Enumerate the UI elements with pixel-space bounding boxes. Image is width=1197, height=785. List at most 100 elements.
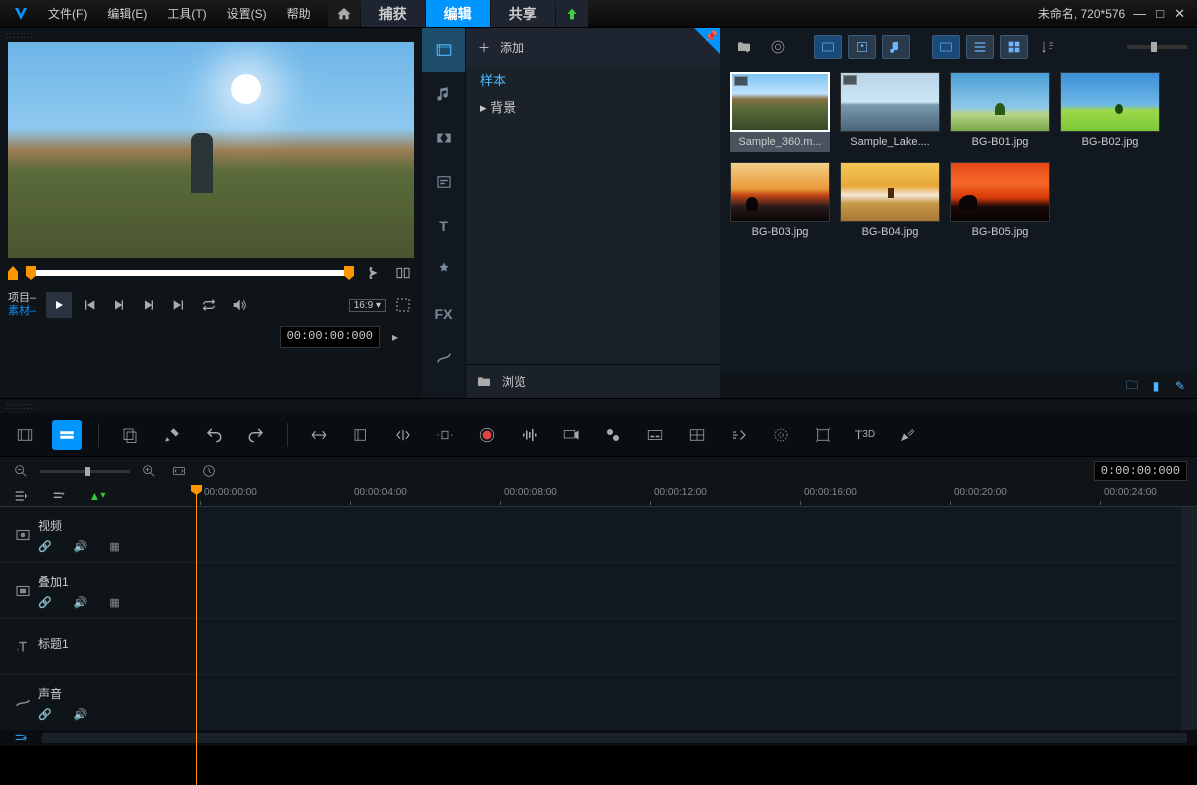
pin-icon[interactable]: 📌 (694, 28, 720, 54)
track-toggle-button[interactable]: ▲▾ (86, 485, 108, 507)
timeline-timecode[interactable]: 0:00:00:000 (1094, 461, 1187, 481)
step-fwd-button[interactable] (138, 294, 160, 316)
menu-edit[interactable]: 编辑(E) (97, 0, 157, 28)
footer-folder-icon[interactable]: 🗀 (1123, 376, 1141, 397)
trim-in-handle[interactable] (26, 266, 36, 280)
tab-upload[interactable] (556, 0, 588, 27)
tl-fit-button[interactable] (304, 420, 334, 450)
tree-item-background[interactable]: ▸ 背景 (466, 93, 720, 120)
thumb-Sample_Lake....[interactable]: Sample_Lake.... (840, 72, 940, 152)
preview-mode-clip[interactable]: 素材– (8, 305, 36, 318)
filter-video-button[interactable] (814, 35, 842, 59)
window-maximize[interactable]: □ (1156, 6, 1164, 22)
tl-undo-button[interactable] (199, 420, 229, 450)
view-detail-button[interactable] (966, 35, 994, 59)
zoom-out-button[interactable] (10, 460, 32, 482)
timeline-grip[interactable]: :::::::: (0, 399, 1197, 413)
tl-3d-button[interactable]: T3D (850, 420, 880, 450)
track-row[interactable] (196, 563, 1197, 619)
track-row[interactable] (196, 675, 1197, 730)
track-menu-button[interactable] (10, 485, 32, 507)
track-link-button[interactable]: 🔗 (38, 708, 52, 721)
track-head-audio[interactable]: 声音🔗🔊 (0, 675, 196, 730)
footer-battery-icon[interactable]: ▮ (1147, 379, 1165, 393)
footer-edit-icon[interactable]: ✎ (1171, 379, 1189, 393)
tab-share[interactable]: 共享 (491, 0, 555, 27)
thumb-BG-B05.jpg[interactable]: BG-B05.jpg (950, 162, 1050, 242)
step-back-button[interactable] (108, 294, 130, 316)
lib-tab-path[interactable] (422, 336, 465, 380)
go-end-button[interactable] (168, 294, 190, 316)
duration-button[interactable] (198, 460, 220, 482)
tl-paint-button[interactable] (892, 420, 922, 450)
menu-settings[interactable]: 设置(S) (217, 0, 277, 28)
tl-audio-mix[interactable] (514, 420, 544, 450)
thumb-BG-B01.jpg[interactable]: BG-B01.jpg (950, 72, 1050, 152)
play-button[interactable] (46, 292, 72, 318)
thumb-BG-B03.jpg[interactable]: BG-B03.jpg (730, 162, 830, 242)
timecode-step-icon[interactable]: ▸ (384, 326, 406, 348)
track-vol-button[interactable]: 🔊 (74, 708, 88, 721)
add-track-button[interactable] (10, 727, 32, 749)
track-options-button[interactable] (48, 485, 70, 507)
panel-grip[interactable]: :::::::: (0, 28, 422, 42)
tl-multiview-button[interactable] (682, 420, 712, 450)
track-fx-button[interactable]: ▦ (109, 596, 119, 609)
thumb-Sample_360.m...[interactable]: Sample_360.m... (730, 72, 830, 152)
view-list-button[interactable] (932, 35, 960, 59)
split-button[interactable] (392, 262, 414, 284)
track-vol-button[interactable]: 🔊 (74, 540, 88, 553)
lib-tab-media[interactable] (422, 28, 465, 72)
tab-home[interactable] (328, 0, 360, 27)
filter-photo-button[interactable] (848, 35, 876, 59)
tl-pan-zoom-button[interactable] (808, 420, 838, 450)
preview-timecode[interactable]: 00:00:00:000 (280, 326, 380, 348)
tl-motion-button[interactable] (724, 420, 754, 450)
menu-tools[interactable]: 工具(T) (157, 0, 216, 28)
trim-start-icon[interactable] (8, 266, 18, 280)
menu-help[interactable]: 帮助 (277, 0, 321, 28)
tl-copy-attributes[interactable] (115, 420, 145, 450)
lib-tab-graphics[interactable] (422, 248, 465, 292)
lib-tab-audio[interactable] (422, 72, 465, 116)
track-head-title[interactable]: ₁标题1 (0, 619, 196, 675)
tl-storyboard-button[interactable] (10, 420, 40, 450)
lib-tab-fx[interactable]: FX (422, 292, 465, 336)
menu-file[interactable]: 文件(F) (38, 0, 97, 28)
lib-tab-text[interactable]: T (422, 204, 465, 248)
window-close[interactable]: ✕ (1174, 6, 1185, 22)
tl-tracking-button[interactable] (766, 420, 796, 450)
tree-item-sample[interactable]: 样本 (466, 66, 720, 93)
loop-button[interactable] (198, 294, 220, 316)
tl-subtitle-button[interactable] (640, 420, 670, 450)
fit-project-button[interactable] (168, 460, 190, 482)
thumb-size-slider[interactable] (1127, 45, 1187, 49)
tl-redo-button[interactable] (241, 420, 271, 450)
track-link-button[interactable]: 🔗 (38, 596, 52, 609)
track-row[interactable] (196, 507, 1197, 563)
video-preview[interactable] (8, 42, 414, 258)
track-fx-button[interactable]: ▦ (109, 540, 119, 553)
track-row[interactable] (196, 619, 1197, 675)
zoom-slider[interactable] (40, 470, 130, 473)
vertical-scrollbar[interactable] (1181, 507, 1197, 730)
aspect-ratio-button[interactable]: 16:9 ▾ (349, 299, 386, 312)
track-head-video[interactable]: 视频🔗🔊▦ (0, 507, 196, 563)
track-head-overlay[interactable]: 叠加1🔗🔊▦ (0, 563, 196, 619)
thumb-BG-B02.jpg[interactable]: BG-B02.jpg (1060, 72, 1160, 152)
lib-tab-title[interactable] (422, 160, 465, 204)
track-link-button[interactable]: 🔗 (38, 540, 52, 553)
tl-chapter-button[interactable] (598, 420, 628, 450)
volume-button[interactable] (228, 294, 250, 316)
window-minimize[interactable]: — (1133, 6, 1146, 22)
lib-tab-transition[interactable] (422, 116, 465, 160)
fullscreen-button[interactable] (392, 294, 414, 316)
tl-marker-button[interactable] (556, 420, 586, 450)
view-grid-button[interactable] (1000, 35, 1028, 59)
filter-audio-button[interactable] (882, 35, 910, 59)
browse-button[interactable]: 浏览 (466, 364, 720, 398)
thumb-BG-B04.jpg[interactable]: BG-B04.jpg (840, 162, 940, 242)
tl-slip[interactable] (388, 420, 418, 450)
camera-button[interactable] (764, 35, 792, 59)
track-vol-button[interactable]: 🔊 (74, 596, 88, 609)
